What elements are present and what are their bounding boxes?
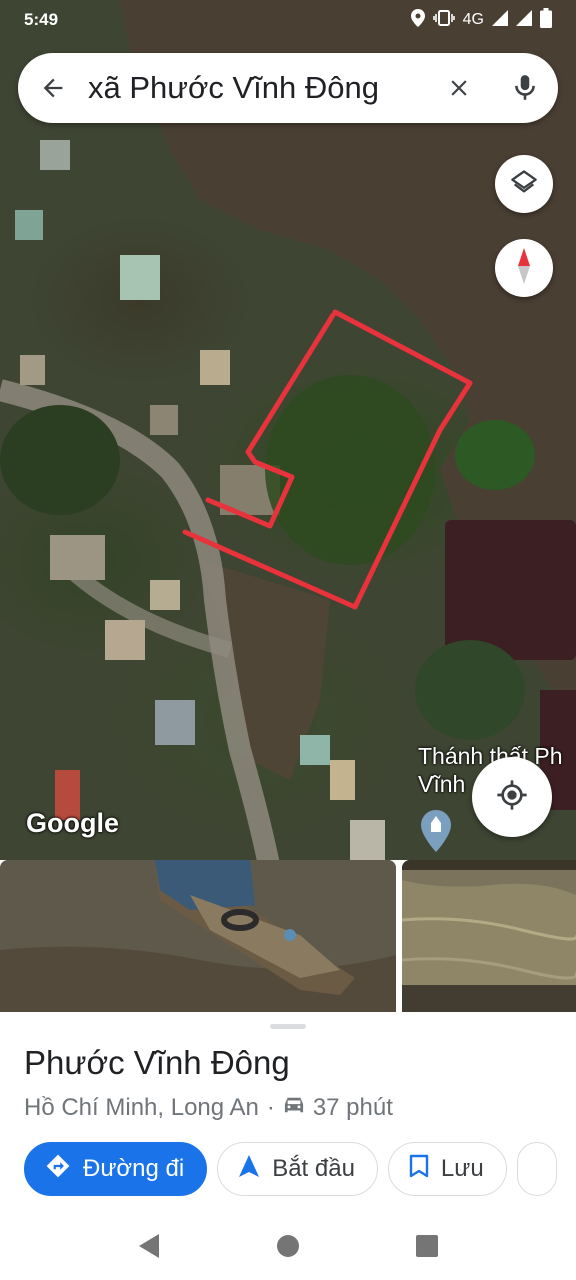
location-icon <box>410 8 425 32</box>
vibrate-icon <box>432 9 455 31</box>
battery-icon <box>540 7 552 33</box>
status-time: 5:49 <box>24 10 59 29</box>
compass-button[interactable] <box>495 239 553 297</box>
layers-button[interactable] <box>495 155 553 213</box>
directions-label: Đường đi <box>83 1155 185 1182</box>
place-title: Phước Vĩnh Đông <box>24 1044 290 1081</box>
satellite-imagery <box>0 0 576 870</box>
map-view[interactable]: 5:49 4G xã Phước Vĩnh Đông Thánh thất Ph… <box>0 0 576 870</box>
save-label: Lưu <box>440 1155 484 1182</box>
google-attribution: Google <box>26 808 119 838</box>
status-bar: 5:49 4G <box>0 0 576 40</box>
separator: · <box>266 1094 275 1121</box>
directions-button[interactable]: Đường đi <box>24 1142 208 1196</box>
search-bar[interactable]: xã Phước Vĩnh Đông <box>18 53 558 123</box>
status-icons: 4G <box>410 7 552 33</box>
layers-icon <box>510 168 538 201</box>
arrow-back-icon[interactable] <box>18 53 88 123</box>
place-of-worship-pin-icon[interactable] <box>421 810 451 857</box>
compass-icon <box>514 246 534 291</box>
navigation-arrow-icon <box>238 1154 260 1185</box>
photo-strip[interactable] <box>0 860 576 1012</box>
system-navigation-bar <box>0 1212 576 1280</box>
save-button[interactable]: Lưu <box>387 1142 507 1196</box>
more-actions-chip[interactable] <box>516 1142 557 1196</box>
search-input[interactable]: xã Phước Vĩnh Đông <box>88 70 426 106</box>
signal-icon <box>516 9 532 31</box>
my-location-icon <box>496 779 528 816</box>
photo-water[interactable] <box>402 860 576 1012</box>
nav-home-icon[interactable] <box>258 1216 318 1276</box>
travel-time: 37 phút <box>312 1094 393 1121</box>
directions-icon <box>45 1153 71 1186</box>
nav-recents-icon[interactable] <box>397 1216 457 1276</box>
mic-icon[interactable] <box>492 53 558 123</box>
start-navigation-button[interactable]: Bắt đầu <box>217 1142 378 1196</box>
place-subtitle: Hồ Chí Minh, Long An · 37 phút <box>24 1094 393 1122</box>
network-type: 4G <box>462 11 484 28</box>
car-icon <box>283 1094 305 1122</box>
signal-icon <box>492 9 508 31</box>
action-chips: Đường đi Bắt đầu Lưu <box>24 1142 557 1196</box>
start-label: Bắt đầu <box>272 1155 355 1182</box>
close-icon[interactable] <box>426 53 492 123</box>
place-region: Hồ Chí Minh, Long An <box>24 1094 259 1121</box>
photo-boat[interactable] <box>0 860 396 1012</box>
place-sheet[interactable]: Phước Vĩnh Đông Hồ Chí Minh, Long An · 3… <box>0 1012 576 1212</box>
my-location-button[interactable] <box>472 757 552 837</box>
sheet-drag-handle[interactable] <box>270 1024 306 1029</box>
nav-back-icon[interactable] <box>119 1216 179 1276</box>
bookmark-icon <box>409 1154 429 1185</box>
